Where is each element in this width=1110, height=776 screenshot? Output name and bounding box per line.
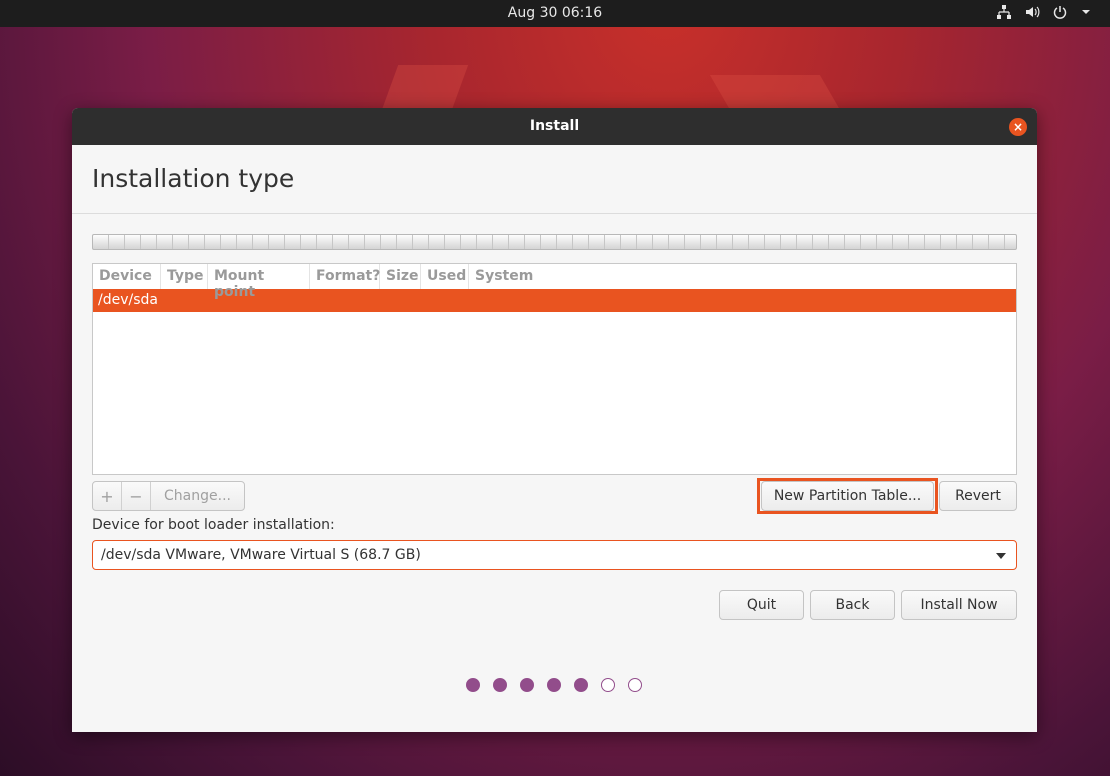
volume-icon[interactable] bbox=[1024, 4, 1040, 20]
page-title: Installation type bbox=[92, 164, 295, 193]
install-window: Install × Installation type Device Type … bbox=[72, 108, 1037, 732]
highlight-annotation bbox=[757, 478, 938, 514]
remove-partition-button[interactable]: − bbox=[122, 482, 151, 510]
progress-dot bbox=[466, 678, 480, 692]
progress-dots bbox=[466, 678, 642, 692]
add-partition-button[interactable]: + bbox=[93, 482, 122, 510]
progress-dot bbox=[520, 678, 534, 692]
window-title: Install bbox=[529, 118, 580, 134]
column-header-mount-point[interactable]: Mount point bbox=[208, 264, 310, 300]
column-header-device[interactable]: Device bbox=[93, 264, 161, 289]
partition-table[interactable]: Device Type Mount point Format? Size Use… bbox=[92, 263, 1017, 475]
clock[interactable]: Aug 30 06:16 bbox=[0, 5, 1110, 21]
back-button[interactable]: Back bbox=[810, 590, 895, 620]
power-icon[interactable] bbox=[1052, 4, 1068, 20]
wallpaper-shape bbox=[709, 75, 841, 110]
progress-dot bbox=[574, 678, 588, 692]
progress-dot bbox=[628, 678, 642, 692]
boot-loader-label: Device for boot loader installation: bbox=[92, 517, 335, 533]
install-now-button[interactable]: Install Now bbox=[901, 590, 1017, 620]
partition-edit-group: + − Change... bbox=[92, 481, 245, 511]
disk-usage-bar bbox=[92, 234, 1017, 250]
system-tray[interactable] bbox=[996, 4, 1096, 20]
column-header-system[interactable]: System bbox=[469, 264, 1016, 289]
column-header-type[interactable]: Type bbox=[161, 264, 208, 289]
divider bbox=[72, 213, 1037, 214]
wallpaper-shape bbox=[381, 65, 469, 110]
chevron-down-icon[interactable] bbox=[996, 553, 1006, 559]
column-header-format[interactable]: Format? bbox=[310, 264, 380, 289]
quit-button[interactable]: Quit bbox=[719, 590, 804, 620]
progress-dot bbox=[547, 678, 561, 692]
progress-dot bbox=[493, 678, 507, 692]
boot-loader-select[interactable]: /dev/sda VMware, VMware Virtual S (68.7 … bbox=[92, 540, 1017, 570]
boot-loader-value: /dev/sda VMware, VMware Virtual S (68.7 … bbox=[101, 547, 421, 563]
menu-arrow-icon[interactable] bbox=[1080, 4, 1096, 20]
change-partition-button[interactable]: Change... bbox=[151, 482, 244, 510]
column-header-used[interactable]: Used bbox=[421, 264, 469, 289]
table-header: Device Type Mount point Format? Size Use… bbox=[93, 264, 1016, 300]
close-icon[interactable]: × bbox=[1009, 118, 1027, 136]
top-bar: Aug 30 06:16 bbox=[0, 0, 1110, 27]
window-titlebar[interactable]: Install × bbox=[72, 108, 1037, 145]
progress-dot bbox=[601, 678, 615, 692]
device-cell: /dev/sda bbox=[98, 292, 158, 308]
revert-button[interactable]: Revert bbox=[939, 481, 1017, 511]
column-header-size[interactable]: Size bbox=[380, 264, 421, 289]
network-icon[interactable] bbox=[996, 4, 1012, 20]
